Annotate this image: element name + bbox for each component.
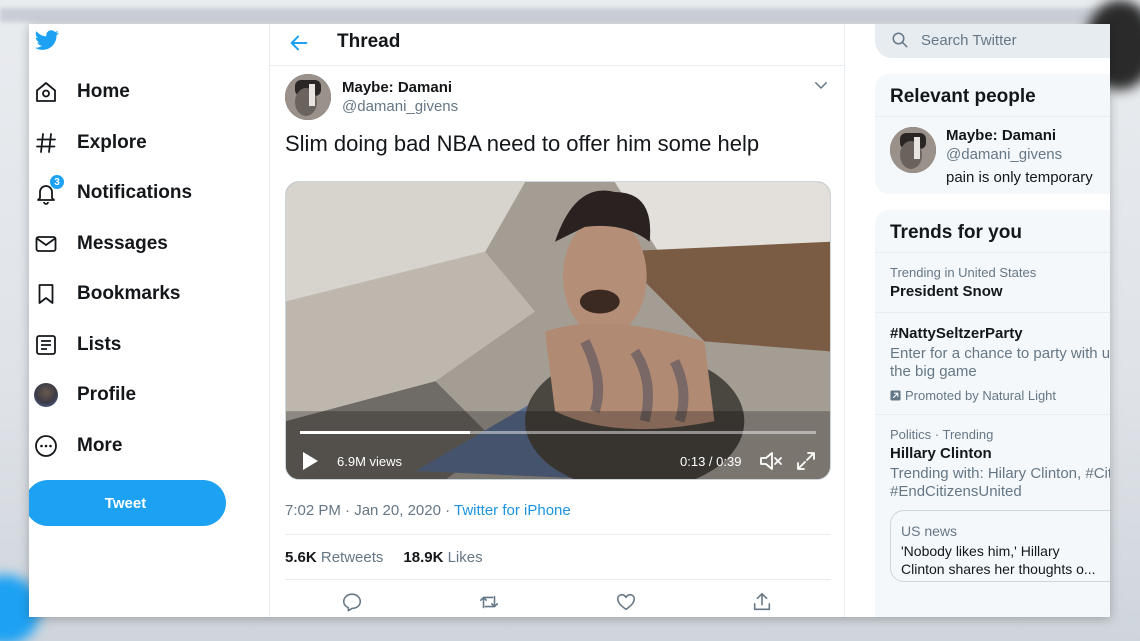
sidebar-item-more[interactable]: More xyxy=(33,428,122,464)
divider xyxy=(875,312,1110,313)
tweet-text: Slim doing bad NBA need to offer him som… xyxy=(285,131,760,156)
page-title: Thread xyxy=(337,31,401,52)
video-frame xyxy=(286,182,830,479)
relevant-person-bio: pain is only temporary xyxy=(946,169,1093,186)
trend-item-name[interactable]: Hillary Clinton xyxy=(890,445,992,462)
news-card[interactable]: US news 'Nobody likes him,' Hillary Clin… xyxy=(890,510,1110,582)
divider xyxy=(285,534,831,535)
news-headline: Clinton shares her thoughts o... xyxy=(901,561,1096,577)
trend-description: Enter for a chance to party with us xyxy=(890,345,1110,362)
promoted-icon xyxy=(890,390,901,401)
thread-header: Thread xyxy=(270,24,844,66)
sidebar-item-label: Explore xyxy=(77,132,147,153)
reply-icon[interactable] xyxy=(341,591,363,613)
tweet-source-link[interactable]: Twitter for iPhone xyxy=(454,502,571,519)
sidebar-item-label: Profile xyxy=(77,384,137,405)
tweet-button[interactable]: Tweet xyxy=(29,480,226,526)
trend-description: the big game xyxy=(890,363,977,380)
retweets-stat[interactable]: 5.6K Retweets xyxy=(285,549,383,566)
trend-context: Politics · Trending xyxy=(890,427,994,442)
notification-count-badge: 3 xyxy=(49,174,65,190)
divider xyxy=(875,116,1110,117)
relevant-people-title: Relevant people xyxy=(890,86,1036,107)
more-icon xyxy=(33,433,59,459)
news-headline: 'Nobody likes him,' Hillary xyxy=(901,543,1060,559)
sidebar-nav: Home Explore 3 Notifications Messages Bo… xyxy=(29,24,269,617)
news-category: US news xyxy=(901,523,958,539)
divider xyxy=(875,252,1110,253)
sidebar-item-lists[interactable]: Lists xyxy=(33,327,121,363)
sidebar-item-explore[interactable]: Explore xyxy=(33,125,147,161)
author-avatar[interactable] xyxy=(285,74,331,120)
relevant-person-name[interactable]: Maybe: Damani xyxy=(946,127,1056,144)
sidebar-item-bookmarks[interactable]: Bookmarks xyxy=(33,276,181,312)
trends-title: Trends for you xyxy=(890,222,1022,243)
envelope-icon xyxy=(33,231,59,257)
promoted-line[interactable]: Promoted by Natural Light xyxy=(890,388,1056,403)
like-icon[interactable] xyxy=(615,591,637,613)
tweet-stats: 5.6K Retweets 18.9K Likes xyxy=(285,549,483,566)
play-icon[interactable] xyxy=(300,450,320,472)
video-views: 6.9M views xyxy=(337,454,403,469)
sidebar-item-messages[interactable]: Messages xyxy=(33,226,168,262)
home-icon xyxy=(33,79,59,105)
right-sidebar: Relevant people Maybe: Damani @damani_gi… xyxy=(845,24,1110,617)
fullscreen-icon[interactable] xyxy=(795,450,817,472)
search-icon xyxy=(892,32,908,48)
sidebar-item-profile[interactable]: Profile xyxy=(33,377,136,413)
likes-stat[interactable]: 18.9K Likes xyxy=(403,549,482,566)
trend-item-name[interactable]: President Snow xyxy=(890,283,1003,300)
tweet-video[interactable]: 6.9M views 0:13 / 0:39 xyxy=(285,181,831,480)
author-handle[interactable]: @damani_givens xyxy=(342,98,458,115)
search-bar[interactable] xyxy=(875,24,1110,58)
sidebar-item-home[interactable]: Home xyxy=(33,74,130,110)
bookmark-icon xyxy=(33,281,59,307)
retweet-icon[interactable] xyxy=(478,591,500,613)
back-arrow-icon[interactable] xyxy=(288,32,310,54)
divider xyxy=(285,579,831,580)
sidebar-item-label: Lists xyxy=(77,334,122,355)
twitter-logo-icon[interactable] xyxy=(33,28,61,52)
bell-icon: 3 xyxy=(33,174,65,206)
avatar xyxy=(33,382,59,408)
sidebar-item-label: More xyxy=(77,435,123,456)
video-timecode: 0:13 / 0:39 xyxy=(680,454,742,469)
trends-card: Trends for you Trending in United States… xyxy=(875,210,1110,617)
sidebar-item-notifications[interactable]: 3 Notifications xyxy=(33,174,193,211)
tweet-meta: 7:02 PM · Jan 20, 2020 · Twitter for iPh… xyxy=(285,502,571,519)
relevant-person-avatar[interactable] xyxy=(890,127,936,173)
trend-item-name[interactable]: #NattySeltzerParty xyxy=(890,325,1023,342)
sidebar-item-label: Messages xyxy=(77,233,168,254)
author-name[interactable]: Maybe: Damani xyxy=(342,79,452,96)
thread-column: Thread Maybe: Damani @damani_givens Slim… xyxy=(269,24,845,617)
video-progress-fill xyxy=(300,431,471,434)
divider xyxy=(875,414,1110,415)
chevron-down-icon[interactable] xyxy=(812,76,830,94)
search-input[interactable] xyxy=(921,30,1110,50)
relevant-person-handle[interactable]: @damani_givens xyxy=(946,146,1062,163)
tweet-actions xyxy=(285,591,831,617)
list-icon xyxy=(33,332,59,358)
volume-icon[interactable] xyxy=(758,449,784,473)
sidebar-item-label: Home xyxy=(77,81,130,102)
sidebar-item-label: Notifications xyxy=(77,182,193,203)
trend-description[interactable]: #EndCitizensUnited xyxy=(890,483,1022,501)
share-icon[interactable] xyxy=(751,591,773,613)
video-progress-bar[interactable] xyxy=(300,431,816,434)
twitter-window: Home Explore 3 Notifications Messages Bo… xyxy=(29,24,1110,617)
background-blur-strip xyxy=(0,8,1140,22)
tweet-timestamp[interactable]: 7:02 PM · Jan 20, 2020 · xyxy=(285,502,454,519)
trend-description: Trending with: Hilary Clinton, #Citiz xyxy=(890,465,1110,482)
hashtag-icon xyxy=(33,130,59,156)
sidebar-item-label: Bookmarks xyxy=(77,283,181,304)
trend-context: Trending in United States xyxy=(890,265,1037,280)
